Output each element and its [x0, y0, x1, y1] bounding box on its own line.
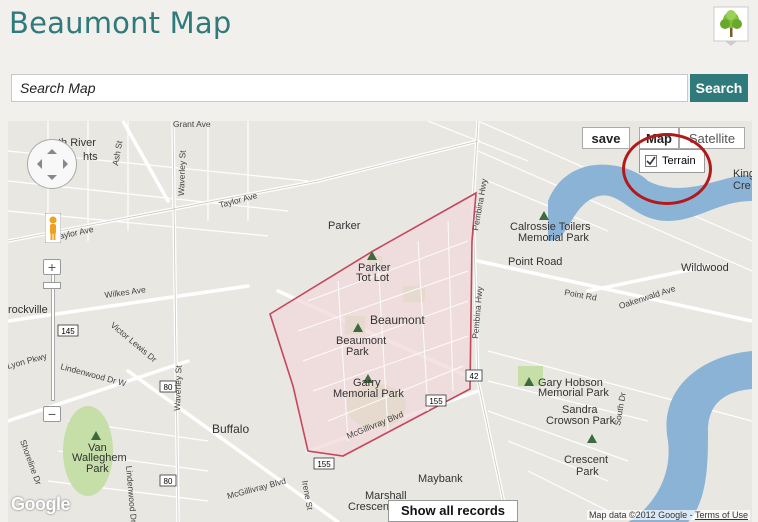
label-parker: Parker	[328, 220, 361, 232]
label-wildwood: Wildwood	[681, 262, 729, 274]
search-input[interactable]	[11, 74, 688, 102]
label-point-road: Point Road	[508, 256, 562, 268]
label-maybank: Maybank	[418, 473, 463, 485]
label-waverley-st: Waverley St	[176, 150, 188, 196]
label-crescent-park: Crescent	[564, 454, 608, 466]
zoom-out-button[interactable]: −	[43, 406, 61, 422]
label-crescent: Crescent	[348, 501, 392, 513]
label-crescent-park2: Park	[576, 466, 599, 478]
label-king: King	[733, 168, 752, 180]
hwy-80b-shield: 80	[164, 477, 173, 486]
terms-of-use-link[interactable]: Terms of Use	[695, 510, 748, 520]
hwy-42-shield: 42	[470, 372, 479, 381]
label-buffalo: Buffalo	[212, 422, 249, 436]
hwy-145-shield: 145	[61, 327, 75, 336]
label-beaumont-park2: Park	[346, 346, 369, 358]
label-walleghem3: Park	[86, 463, 109, 475]
label-rockville: rockville	[8, 304, 48, 316]
label-garry-hobson2: Memorial Park	[538, 387, 609, 399]
label-waverley-st2: Waverley St	[172, 365, 184, 411]
pan-right-icon[interactable]	[63, 159, 73, 169]
label-beaumont: Beaumont	[370, 313, 425, 327]
save-button[interactable]: save	[582, 127, 630, 149]
label-tot-lot: Tot Lot	[356, 272, 389, 284]
label-heights: hts	[83, 151, 98, 163]
map-canvas[interactable]: 145 80 80 155 155 42 th River hts Grant …	[8, 121, 752, 522]
street-view-pegman-icon[interactable]	[45, 213, 61, 243]
annotation-circle	[622, 133, 712, 205]
pan-control[interactable]	[27, 139, 77, 189]
zoom-slider-track[interactable]	[51, 271, 55, 401]
zoom-slider-handle[interactable]	[43, 282, 61, 289]
pan-up-icon[interactable]	[47, 144, 57, 154]
label-sandra2: Crowson Park	[546, 415, 616, 427]
attribution-text: Map data ©2012 Google -	[588, 510, 695, 520]
show-all-records-button[interactable]: Show all records	[388, 500, 518, 522]
page-title: Beaumont Map	[9, 6, 232, 40]
google-logo: Google	[11, 494, 71, 514]
label-king2: Cre	[733, 180, 751, 192]
zoom-in-button[interactable]: +	[43, 259, 61, 275]
tree-icon[interactable]	[713, 6, 749, 46]
map-attribution: Map data ©2012 Google - Terms of Use	[586, 510, 750, 520]
search-button[interactable]: Search	[690, 74, 748, 102]
pan-left-icon[interactable]	[32, 159, 42, 169]
label-calrossie2: Memorial Park	[518, 232, 589, 244]
hwy-155-shield: 155	[429, 397, 443, 406]
hwy-155b-shield: 155	[317, 460, 331, 469]
pan-down-icon[interactable]	[47, 175, 57, 185]
label-grant-ave: Grant Ave	[173, 121, 211, 129]
label-garry-memorial-park: Memorial Park	[333, 388, 404, 400]
hwy-80-shield: 80	[164, 383, 173, 392]
